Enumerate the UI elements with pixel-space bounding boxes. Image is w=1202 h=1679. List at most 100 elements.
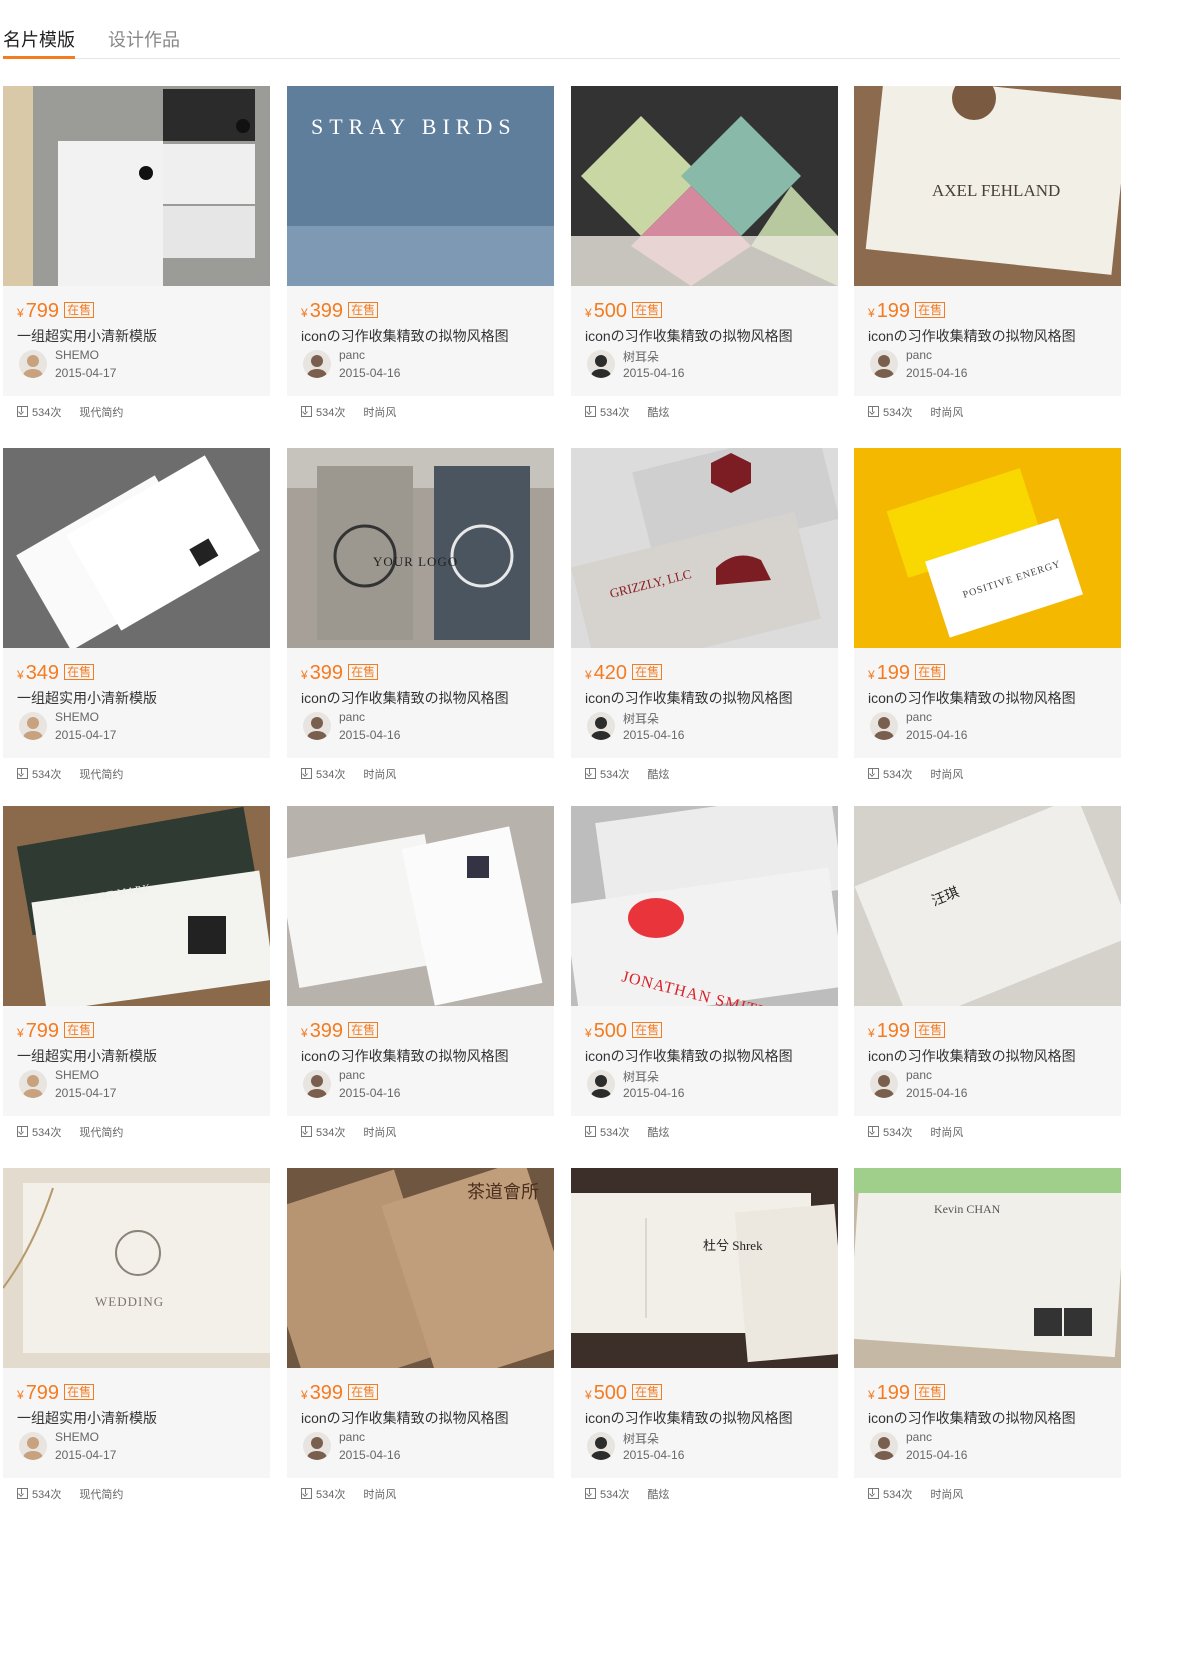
avatar[interactable] [19,1432,47,1460]
author-name[interactable]: SHEMO [55,348,99,362]
avatar[interactable] [19,712,47,740]
card-title[interactable]: 一组超实用小清新模版 [17,1408,157,1428]
product-card[interactable]: 茶道會所 ¥399 在售 iconの习作收集精致の拟物风格图 panc 2015-… [287,1168,554,1501]
product-card[interactable]: ¥399 在售 iconの习作收集精致の拟物风格图 panc 2015-04-16… [287,806,554,1139]
author-name[interactable]: SHEMO [55,710,99,724]
product-card[interactable]: WEDDING ¥799 在售 一组超实用小清新模版 SHEMO 2015-04-… [3,1168,270,1501]
author-name[interactable]: 树耳朵 [623,1068,659,1085]
card-thumbnail[interactable]: GRIZZLY, LLC [571,448,838,648]
product-card[interactable]: POSITIVE ENERGY ¥199 在售 iconの习作收集精致の拟物风格图… [854,448,1121,781]
card-title[interactable]: iconの习作收集精致の拟物风格图 [868,1046,1076,1066]
card-title[interactable]: iconの习作收集精致の拟物风格图 [868,1408,1076,1428]
card-title[interactable]: iconの习作收集精致の拟物风格图 [301,688,509,708]
card-title[interactable]: iconの习作收集精致の拟物风格图 [585,1046,793,1066]
author-name[interactable]: 树耳朵 [623,1430,659,1447]
card-thumbnail[interactable] [571,86,838,286]
author-name[interactable]: panc [339,1068,365,1082]
avatar[interactable] [587,1432,615,1460]
style-tag[interactable]: 时尚风 [930,407,963,419]
card-title[interactable]: 一组超实用小清新模版 [17,326,157,346]
style-tag[interactable]: 时尚风 [363,769,396,781]
product-card[interactable]: STEWART MARK ¥799 在售 一组超实用小清新模版 SHEMO 201… [3,806,270,1139]
avatar[interactable] [303,1070,331,1098]
card-thumbnail[interactable] [3,86,270,286]
card-thumbnail[interactable]: WEDDING [3,1168,270,1368]
card-thumbnail[interactable]: STRAY BIRDS [287,86,554,286]
card-meta: 534次 酷炫 [585,1124,669,1140]
style-tag[interactable]: 时尚风 [930,769,963,781]
tab-business-card-templates[interactable]: 名片模版 [3,26,75,59]
product-card[interactable]: YOUR LOGO ¥399 在售 iconの习作收集精致の拟物风格图 panc … [287,448,554,781]
card-title[interactable]: iconの习作收集精致の拟物风格图 [301,326,509,346]
card-title[interactable]: iconの习作收集精致の拟物风格图 [301,1046,509,1066]
card-title[interactable]: 一组超实用小清新模版 [17,1046,157,1066]
card-title[interactable]: iconの习作收集精致の拟物风格图 [585,326,793,346]
style-tag[interactable]: 时尚风 [930,1127,963,1139]
style-tag[interactable]: 酷炫 [647,407,669,419]
avatar[interactable] [870,712,898,740]
avatar[interactable] [587,1070,615,1098]
avatar[interactable] [19,350,47,378]
card-thumbnail[interactable]: 汪琪 [854,806,1121,1006]
author-name[interactable]: panc [906,1068,932,1082]
author-name[interactable]: panc [339,710,365,724]
avatar[interactable] [303,1432,331,1460]
card-thumbnail[interactable] [287,806,554,1006]
card-thumbnail[interactable]: Kevin CHAN [854,1168,1121,1368]
author-name[interactable]: panc [906,1430,932,1444]
card-thumbnail[interactable] [3,448,270,648]
author-name[interactable]: panc [339,348,365,362]
product-card[interactable]: STRAY BIRDS ¥399 在售 iconの习作收集精致の拟物风格图 pan… [287,86,554,419]
avatar[interactable] [870,1070,898,1098]
card-thumbnail[interactable]: POSITIVE ENERGY [854,448,1121,648]
card-title[interactable]: iconの习作收集精致の拟物风格图 [868,688,1076,708]
card-title[interactable]: 一组超实用小清新模版 [17,688,157,708]
product-card[interactable]: ¥500 在售 iconの习作收集精致の拟物风格图 树耳朵 2015-04-16 … [571,86,838,419]
style-tag[interactable]: 时尚风 [930,1489,963,1501]
card-title[interactable]: iconの习作收集精致の拟物风格图 [868,326,1076,346]
avatar[interactable] [19,1070,47,1098]
product-card[interactable]: 汪琪 ¥199 在售 iconの习作收集精致の拟物风格图 panc 2015-04… [854,806,1121,1139]
style-tag[interactable]: 现代简约 [79,407,123,419]
style-tag[interactable]: 时尚风 [363,407,396,419]
author-name[interactable]: SHEMO [55,1430,99,1444]
style-tag[interactable]: 酷炫 [647,769,669,781]
author-name[interactable]: 树耳朵 [623,710,659,727]
product-card[interactable]: ¥349 在售 一组超实用小清新模版 SHEMO 2015-04-17 534次 现… [3,448,270,781]
style-tag[interactable]: 时尚风 [363,1489,396,1501]
avatar[interactable] [587,350,615,378]
avatar[interactable] [870,350,898,378]
style-tag[interactable]: 酷炫 [647,1127,669,1139]
author-name[interactable]: panc [906,348,932,362]
product-card[interactable]: JONATHAN SMITH ¥500 在售 iconの习作收集精致の拟物风格图 … [571,806,838,1139]
avatar[interactable] [303,712,331,740]
product-card[interactable]: AXEL FEHLAND ¥199 在售 iconの习作收集精致の拟物风格图 pa… [854,86,1121,419]
author-name[interactable]: panc [906,710,932,724]
product-card[interactable]: Kevin CHAN ¥199 在售 iconの习作收集精致の拟物风格图 panc… [854,1168,1121,1501]
avatar[interactable] [587,712,615,740]
card-title[interactable]: iconの习作收集精致の拟物风格图 [585,1408,793,1428]
avatar[interactable] [303,350,331,378]
style-tag[interactable]: 时尚风 [363,1127,396,1139]
avatar[interactable] [870,1432,898,1460]
card-thumbnail[interactable]: AXEL FEHLAND [854,86,1121,286]
author-name[interactable]: SHEMO [55,1068,99,1082]
style-tag[interactable]: 酷炫 [647,1489,669,1501]
style-tag[interactable]: 现代简约 [79,769,123,781]
download-count: 534次 [316,769,346,781]
tab-design-works[interactable]: 设计作品 [108,26,180,52]
card-title[interactable]: iconの习作收集精致の拟物风格图 [585,688,793,708]
product-card[interactable]: ¥799 在售 一组超实用小清新模版 SHEMO 2015-04-17 534次 现… [3,86,270,419]
product-card[interactable]: 杜兮 Shrek ¥500 在售 iconの习作收集精致の拟物风格图 树耳朵 20… [571,1168,838,1501]
card-title[interactable]: iconの习作收集精致の拟物风格图 [301,1408,509,1428]
product-card[interactable]: GRIZZLY, LLC ¥420 在售 iconの习作收集精致の拟物风格图 树耳… [571,448,838,781]
card-thumbnail[interactable]: 杜兮 Shrek [571,1168,838,1368]
author-name[interactable]: 树耳朵 [623,348,659,365]
card-thumbnail[interactable]: 茶道會所 [287,1168,554,1368]
style-tag[interactable]: 现代简约 [79,1127,123,1139]
card-thumbnail[interactable]: JONATHAN SMITH [571,806,838,1006]
author-name[interactable]: panc [339,1430,365,1444]
card-thumbnail[interactable]: YOUR LOGO [287,448,554,648]
style-tag[interactable]: 现代简约 [79,1489,123,1501]
card-thumbnail[interactable]: STEWART MARK [3,806,270,1006]
